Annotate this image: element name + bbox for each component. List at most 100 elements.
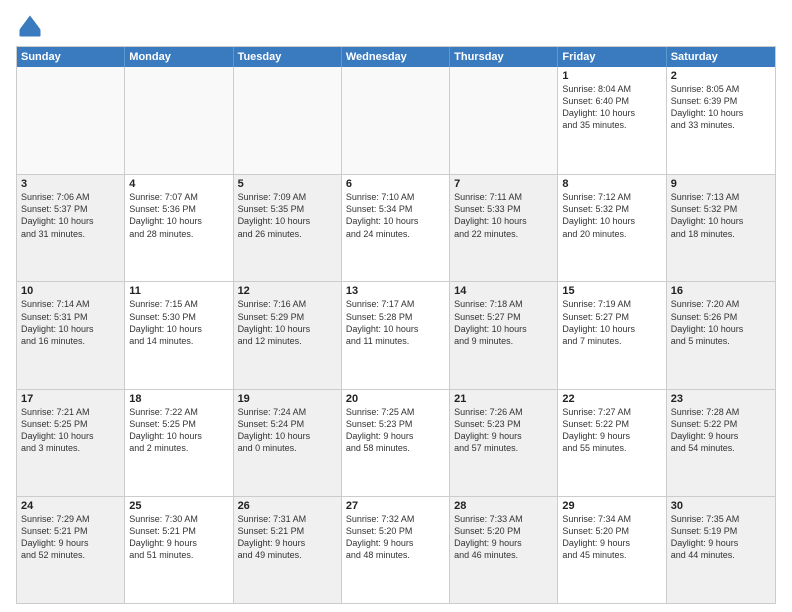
day-number: 18 bbox=[129, 393, 228, 405]
cal-header-monday: Monday bbox=[125, 47, 233, 67]
cal-cell: 26Sunrise: 7:31 AM Sunset: 5:21 PM Dayli… bbox=[234, 497, 342, 603]
cal-cell: 20Sunrise: 7:25 AM Sunset: 5:23 PM Dayli… bbox=[342, 390, 450, 496]
day-info: Sunrise: 7:28 AM Sunset: 5:22 PM Dayligh… bbox=[671, 406, 771, 455]
day-info: Sunrise: 8:05 AM Sunset: 6:39 PM Dayligh… bbox=[671, 83, 771, 132]
day-info: Sunrise: 7:17 AM Sunset: 5:28 PM Dayligh… bbox=[346, 298, 445, 347]
cal-cell: 13Sunrise: 7:17 AM Sunset: 5:28 PM Dayli… bbox=[342, 282, 450, 388]
day-info: Sunrise: 7:09 AM Sunset: 5:35 PM Dayligh… bbox=[238, 191, 337, 240]
cal-cell: 19Sunrise: 7:24 AM Sunset: 5:24 PM Dayli… bbox=[234, 390, 342, 496]
cal-cell: 22Sunrise: 7:27 AM Sunset: 5:22 PM Dayli… bbox=[558, 390, 666, 496]
day-info: Sunrise: 7:15 AM Sunset: 5:30 PM Dayligh… bbox=[129, 298, 228, 347]
cal-cell: 6Sunrise: 7:10 AM Sunset: 5:34 PM Daylig… bbox=[342, 175, 450, 281]
day-info: Sunrise: 7:32 AM Sunset: 5:20 PM Dayligh… bbox=[346, 513, 445, 562]
day-number: 23 bbox=[671, 393, 771, 405]
day-number: 8 bbox=[562, 178, 661, 190]
cal-cell: 12Sunrise: 7:16 AM Sunset: 5:29 PM Dayli… bbox=[234, 282, 342, 388]
cal-cell: 3Sunrise: 7:06 AM Sunset: 5:37 PM Daylig… bbox=[17, 175, 125, 281]
day-number: 6 bbox=[346, 178, 445, 190]
day-info: Sunrise: 7:34 AM Sunset: 5:20 PM Dayligh… bbox=[562, 513, 661, 562]
cal-cell: 18Sunrise: 7:22 AM Sunset: 5:25 PM Dayli… bbox=[125, 390, 233, 496]
day-info: Sunrise: 7:29 AM Sunset: 5:21 PM Dayligh… bbox=[21, 513, 120, 562]
cal-cell: 4Sunrise: 7:07 AM Sunset: 5:36 PM Daylig… bbox=[125, 175, 233, 281]
cal-row-4: 17Sunrise: 7:21 AM Sunset: 5:25 PM Dayli… bbox=[17, 389, 775, 496]
day-number: 26 bbox=[238, 500, 337, 512]
day-number: 25 bbox=[129, 500, 228, 512]
day-info: Sunrise: 7:16 AM Sunset: 5:29 PM Dayligh… bbox=[238, 298, 337, 347]
cal-cell: 27Sunrise: 7:32 AM Sunset: 5:20 PM Dayli… bbox=[342, 497, 450, 603]
cal-row-5: 24Sunrise: 7:29 AM Sunset: 5:21 PM Dayli… bbox=[17, 496, 775, 603]
cal-cell bbox=[17, 67, 125, 174]
logo bbox=[16, 12, 48, 40]
day-info: Sunrise: 7:10 AM Sunset: 5:34 PM Dayligh… bbox=[346, 191, 445, 240]
day-number: 1 bbox=[562, 70, 661, 82]
day-info: Sunrise: 7:11 AM Sunset: 5:33 PM Dayligh… bbox=[454, 191, 553, 240]
day-info: Sunrise: 7:20 AM Sunset: 5:26 PM Dayligh… bbox=[671, 298, 771, 347]
day-info: Sunrise: 7:35 AM Sunset: 5:19 PM Dayligh… bbox=[671, 513, 771, 562]
day-info: Sunrise: 7:06 AM Sunset: 5:37 PM Dayligh… bbox=[21, 191, 120, 240]
day-number: 21 bbox=[454, 393, 553, 405]
cal-header-tuesday: Tuesday bbox=[234, 47, 342, 67]
day-number: 2 bbox=[671, 70, 771, 82]
cal-cell bbox=[125, 67, 233, 174]
day-info: Sunrise: 7:18 AM Sunset: 5:27 PM Dayligh… bbox=[454, 298, 553, 347]
day-number: 4 bbox=[129, 178, 228, 190]
day-info: Sunrise: 7:30 AM Sunset: 5:21 PM Dayligh… bbox=[129, 513, 228, 562]
cal-cell: 2Sunrise: 8:05 AM Sunset: 6:39 PM Daylig… bbox=[667, 67, 775, 174]
cal-cell: 17Sunrise: 7:21 AM Sunset: 5:25 PM Dayli… bbox=[17, 390, 125, 496]
cal-cell: 29Sunrise: 7:34 AM Sunset: 5:20 PM Dayli… bbox=[558, 497, 666, 603]
cal-cell: 15Sunrise: 7:19 AM Sunset: 5:27 PM Dayli… bbox=[558, 282, 666, 388]
calendar-body: 1Sunrise: 8:04 AM Sunset: 6:40 PM Daylig… bbox=[17, 67, 775, 603]
day-number: 14 bbox=[454, 285, 553, 297]
day-number: 3 bbox=[21, 178, 120, 190]
day-info: Sunrise: 7:22 AM Sunset: 5:25 PM Dayligh… bbox=[129, 406, 228, 455]
calendar-header: SundayMondayTuesdayWednesdayThursdayFrid… bbox=[17, 47, 775, 67]
day-info: Sunrise: 8:04 AM Sunset: 6:40 PM Dayligh… bbox=[562, 83, 661, 132]
day-info: Sunrise: 7:13 AM Sunset: 5:32 PM Dayligh… bbox=[671, 191, 771, 240]
cal-cell bbox=[450, 67, 558, 174]
day-info: Sunrise: 7:07 AM Sunset: 5:36 PM Dayligh… bbox=[129, 191, 228, 240]
cal-cell bbox=[342, 67, 450, 174]
cal-header-sunday: Sunday bbox=[17, 47, 125, 67]
cal-cell: 1Sunrise: 8:04 AM Sunset: 6:40 PM Daylig… bbox=[558, 67, 666, 174]
cal-header-thursday: Thursday bbox=[450, 47, 558, 67]
cal-cell: 24Sunrise: 7:29 AM Sunset: 5:21 PM Dayli… bbox=[17, 497, 125, 603]
cal-cell: 9Sunrise: 7:13 AM Sunset: 5:32 PM Daylig… bbox=[667, 175, 775, 281]
day-info: Sunrise: 7:26 AM Sunset: 5:23 PM Dayligh… bbox=[454, 406, 553, 455]
cal-cell: 23Sunrise: 7:28 AM Sunset: 5:22 PM Dayli… bbox=[667, 390, 775, 496]
day-number: 19 bbox=[238, 393, 337, 405]
header bbox=[16, 12, 776, 40]
day-number: 29 bbox=[562, 500, 661, 512]
cal-cell: 5Sunrise: 7:09 AM Sunset: 5:35 PM Daylig… bbox=[234, 175, 342, 281]
day-number: 7 bbox=[454, 178, 553, 190]
day-number: 27 bbox=[346, 500, 445, 512]
day-info: Sunrise: 7:33 AM Sunset: 5:20 PM Dayligh… bbox=[454, 513, 553, 562]
day-info: Sunrise: 7:24 AM Sunset: 5:24 PM Dayligh… bbox=[238, 406, 337, 455]
day-number: 16 bbox=[671, 285, 771, 297]
day-number: 12 bbox=[238, 285, 337, 297]
cal-cell: 11Sunrise: 7:15 AM Sunset: 5:30 PM Dayli… bbox=[125, 282, 233, 388]
calendar: SundayMondayTuesdayWednesdayThursdayFrid… bbox=[16, 46, 776, 604]
cal-cell: 10Sunrise: 7:14 AM Sunset: 5:31 PM Dayli… bbox=[17, 282, 125, 388]
day-number: 10 bbox=[21, 285, 120, 297]
day-info: Sunrise: 7:14 AM Sunset: 5:31 PM Dayligh… bbox=[21, 298, 120, 347]
day-info: Sunrise: 7:12 AM Sunset: 5:32 PM Dayligh… bbox=[562, 191, 661, 240]
cal-header-friday: Friday bbox=[558, 47, 666, 67]
cal-header-wednesday: Wednesday bbox=[342, 47, 450, 67]
day-number: 22 bbox=[562, 393, 661, 405]
cal-cell: 21Sunrise: 7:26 AM Sunset: 5:23 PM Dayli… bbox=[450, 390, 558, 496]
page: SundayMondayTuesdayWednesdayThursdayFrid… bbox=[0, 0, 792, 612]
cal-header-saturday: Saturday bbox=[667, 47, 775, 67]
day-number: 17 bbox=[21, 393, 120, 405]
logo-icon bbox=[16, 12, 44, 40]
cal-cell: 30Sunrise: 7:35 AM Sunset: 5:19 PM Dayli… bbox=[667, 497, 775, 603]
cal-row-3: 10Sunrise: 7:14 AM Sunset: 5:31 PM Dayli… bbox=[17, 281, 775, 388]
day-number: 5 bbox=[238, 178, 337, 190]
cal-row-2: 3Sunrise: 7:06 AM Sunset: 5:37 PM Daylig… bbox=[17, 174, 775, 281]
cal-cell: 14Sunrise: 7:18 AM Sunset: 5:27 PM Dayli… bbox=[450, 282, 558, 388]
day-info: Sunrise: 7:25 AM Sunset: 5:23 PM Dayligh… bbox=[346, 406, 445, 455]
day-info: Sunrise: 7:27 AM Sunset: 5:22 PM Dayligh… bbox=[562, 406, 661, 455]
day-info: Sunrise: 7:31 AM Sunset: 5:21 PM Dayligh… bbox=[238, 513, 337, 562]
day-info: Sunrise: 7:19 AM Sunset: 5:27 PM Dayligh… bbox=[562, 298, 661, 347]
day-number: 15 bbox=[562, 285, 661, 297]
day-number: 24 bbox=[21, 500, 120, 512]
